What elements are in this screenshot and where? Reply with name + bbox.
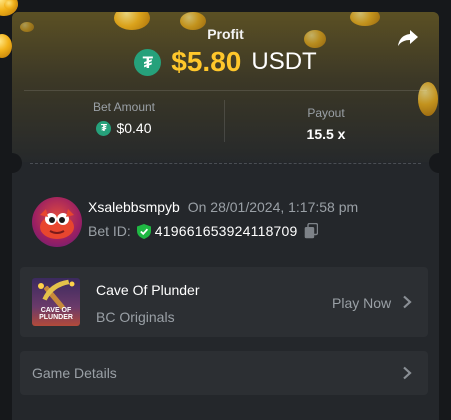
copy-icon[interactable] <box>304 223 318 239</box>
profit-currency: USDT <box>251 48 317 75</box>
game-details-row[interactable]: Game Details <box>20 351 428 395</box>
bet-date: On 28/01/2024, 1:17:58 pm <box>187 199 359 215</box>
payout-label: Payout <box>307 106 345 120</box>
game-thumbnail: CAVE OF PLUNDER <box>32 278 80 326</box>
background-coin <box>4 0 18 10</box>
ticket-notch-right <box>429 153 439 173</box>
game-row[interactable]: CAVE OF PLUNDER Cave Of Plunder BC Origi… <box>20 267 428 337</box>
bet-id-label: Bet ID: <box>88 223 131 239</box>
tether-icon: ₮ <box>134 48 162 76</box>
payout-value: 15.5 x <box>306 126 346 142</box>
game-name: Cave Of Plunder <box>96 282 200 298</box>
stats-divider <box>224 100 225 142</box>
avatar[interactable] <box>32 197 82 247</box>
profit-amount-row: ₮ $5.80 USDT <box>12 46 439 78</box>
bet-user-row: Xsalebbsmpyb On 28/01/2024, 1:17:58 pm <box>88 199 358 215</box>
game-details-label: Game Details <box>32 365 117 381</box>
payout-stat: Payout 15.5 x <box>226 106 426 142</box>
game-provider: BC Originals <box>96 309 175 325</box>
bet-id-value: 419661653924118709 <box>154 223 298 239</box>
bet-amount-value: $0.40 <box>116 120 152 136</box>
header-divider <box>24 90 427 91</box>
background-coin <box>0 34 12 58</box>
shield-check-icon <box>136 223 151 239</box>
username[interactable]: Xsalebbsmpyb <box>88 199 180 215</box>
avatar-image <box>40 209 74 239</box>
chevron-right-icon[interactable] <box>402 295 412 309</box>
game-thumbnail-title: CAVE OF PLUNDER <box>39 307 73 321</box>
bet-amount-label: Bet Amount <box>92 100 156 114</box>
profit-amount: $5.80 <box>171 46 242 77</box>
share-icon[interactable] <box>396 26 420 50</box>
bet-amount-stat: Bet Amount ₮ $0.40 <box>24 100 224 136</box>
profit-label: Profit <box>207 26 244 42</box>
bet-id-row: Bet ID: 419661653924118709 <box>88 223 318 239</box>
ticket-dashed-divider <box>30 163 421 164</box>
decorative-coin <box>350 12 380 26</box>
chevron-right-icon[interactable] <box>402 366 412 380</box>
play-now-button[interactable]: Play Now <box>332 295 391 311</box>
tether-icon: ₮ <box>96 120 112 136</box>
bet-detail-card: Profit ₮ $5.80 USDT Bet Amount ₮ $0.40 P… <box>12 12 439 420</box>
